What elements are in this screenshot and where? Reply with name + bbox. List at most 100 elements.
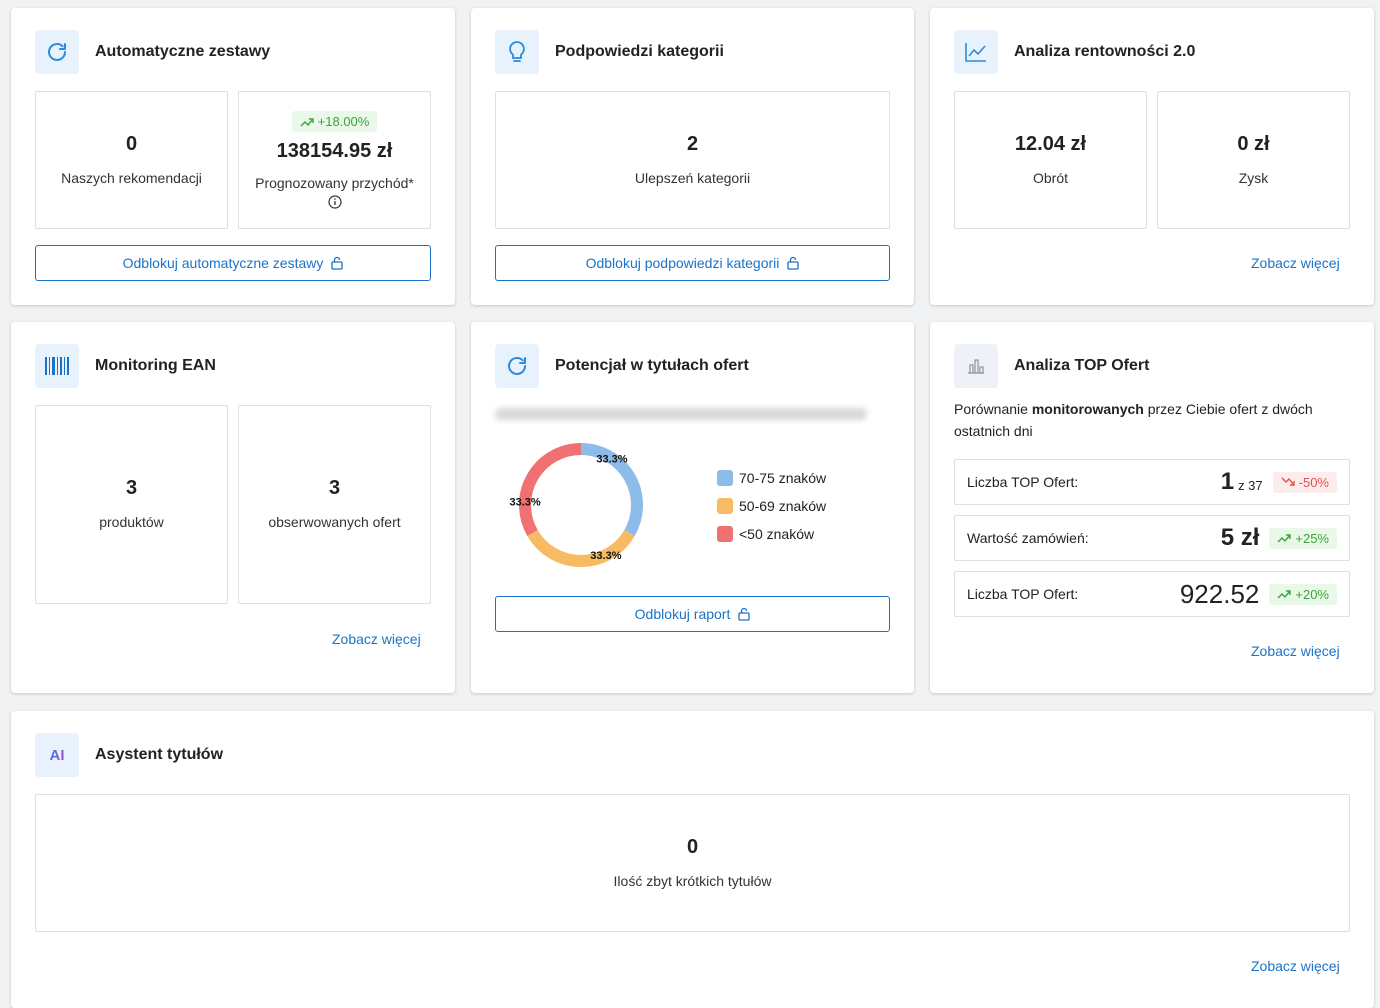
unlock-auto-sets-button[interactable]: Odblokuj automatyczne zestawy xyxy=(35,245,431,281)
legend-swatch xyxy=(717,526,733,542)
lightbulb-icon xyxy=(495,30,539,74)
card-header: Automatyczne zestawy xyxy=(35,30,270,74)
card-title: Analiza TOP Ofert xyxy=(1014,357,1150,374)
card-header: AI Asystent tytułów xyxy=(35,733,223,777)
ai-icon: AI xyxy=(35,733,79,777)
card-title: Potencjał w tytułach ofert xyxy=(555,357,749,374)
legend-item[interactable]: 50-69 znaków xyxy=(717,498,826,514)
stat-label: Obrót xyxy=(1032,169,1068,186)
row-sub: z 37 xyxy=(1238,477,1263,493)
card-title-assistant: AI Asystent tytułów 0 Ilość zbyt krótkic… xyxy=(11,711,1374,1008)
trend-badge: -50% xyxy=(1272,471,1337,493)
stat-value: 3 xyxy=(125,477,138,499)
see-more-link[interactable]: Zobacz więcej xyxy=(332,631,421,647)
category-improvements-stat: 2 Ulepszeń kategorii xyxy=(495,91,890,229)
legend-swatch xyxy=(717,470,733,486)
description: Porównanie monitorowanych przez Ciebie o… xyxy=(954,398,1344,442)
row-label: Wartość zamówień: xyxy=(967,530,1089,546)
trend-badge: +20% xyxy=(1269,583,1337,605)
see-more-link[interactable]: Zobacz więcej xyxy=(1251,643,1340,659)
observed-offers-stat: 3 obserwowanych ofert xyxy=(238,405,431,604)
button-label: Odblokuj raport xyxy=(634,606,731,622)
card-title: Monitoring EAN xyxy=(95,357,216,374)
card-header: Analiza TOP Ofert xyxy=(954,344,1149,388)
stat-label: obserwowanych ofert xyxy=(268,514,401,530)
stat-value: 3 xyxy=(328,477,341,499)
see-more-link[interactable]: Zobacz więcej xyxy=(1251,958,1340,974)
badge-text: +18.00% xyxy=(317,114,370,129)
donut-slice xyxy=(519,443,582,536)
card-category-hints: Podpowiedzi kategorii 2 Ulepszeń kategor… xyxy=(471,8,914,305)
button-label: Odblokuj automatyczne zestawy xyxy=(122,255,324,271)
card-title: Analiza rentowności 2.0 xyxy=(1014,43,1196,60)
card-title: Podpowiedzi kategorii xyxy=(555,43,724,60)
bar-chart-icon xyxy=(954,344,998,388)
badge-text: +25% xyxy=(1295,530,1329,546)
growth-badge: +18.00% xyxy=(291,111,378,132)
see-more-link[interactable]: Zobacz więcej xyxy=(1251,255,1340,271)
donut-label: 33.3% xyxy=(590,550,621,562)
legend-swatch xyxy=(717,498,733,514)
stat-value: 0 xyxy=(686,835,699,858)
recommendations-stat: 0 Naszych rekomendacji xyxy=(35,91,228,229)
products-stat: 3 produktów xyxy=(35,405,228,604)
refresh-icon xyxy=(35,30,79,74)
badge-text: -50% xyxy=(1298,474,1329,490)
card-header: Potencjał w tytułach ofert xyxy=(495,344,749,388)
legend-label: 70-75 znaków xyxy=(739,470,827,486)
barcode-icon xyxy=(35,344,79,388)
card-header: Analiza rentowności 2.0 xyxy=(954,30,1195,74)
short-titles-stat: 0 Ilość zbyt krótkich tytułów xyxy=(35,794,1350,932)
unlock-report-button[interactable]: Odblokuj raport xyxy=(495,596,890,632)
card-profitability: Analiza rentowności 2.0 12.04 zł Obrót 0… xyxy=(930,8,1374,305)
order-value-row: Wartość zamówień: 5 zł +25% xyxy=(954,515,1350,561)
legend-label: 50-69 znaków xyxy=(739,498,827,514)
button-label: Odblokuj podpowiedzi kategorii xyxy=(585,255,780,271)
turnover-stat: 12.04 zł Obrót xyxy=(954,91,1147,229)
desc-text: Porównanie xyxy=(954,401,1032,417)
card-header: Monitoring EAN xyxy=(35,344,216,388)
stat-value: 0 xyxy=(125,132,138,155)
card-ean-monitoring: Monitoring EAN 3 produktów 3 obserwowany… xyxy=(11,322,455,693)
top-offers-value-row: Liczba TOP Ofert: 922.52 +20% xyxy=(954,571,1350,617)
row-label: Liczba TOP Ofert: xyxy=(967,474,1079,490)
row-label: Liczba TOP Ofert: xyxy=(967,586,1079,602)
card-header: Podpowiedzi kategorii xyxy=(495,30,724,74)
row-value: 5 zł xyxy=(1220,524,1260,551)
card-auto-sets: Automatyczne zestawy 0 Naszych rekomenda… xyxy=(11,8,455,305)
donut-chart: 33.3% 33.3% 33.3% xyxy=(510,443,643,567)
stat-label: produktów xyxy=(99,514,164,530)
unlock-category-hints-button[interactable]: Odblokuj podpowiedzi kategorii xyxy=(495,245,890,281)
lock-icon xyxy=(738,607,751,621)
legend-item[interactable]: 70-75 znaków xyxy=(717,470,826,486)
legend-item[interactable]: <50 znaków xyxy=(717,526,826,542)
trend-badge: +25% xyxy=(1269,527,1337,549)
profit-stat: 0 zł Zysk xyxy=(1157,91,1350,229)
card-top-offers: Analiza TOP Ofert Porównanie monitorowan… xyxy=(930,322,1374,693)
blurred-subtitle xyxy=(495,408,867,420)
card-title-potential: Potencjał w tytułach ofert 33.3% 33.3% 33.… xyxy=(471,322,914,693)
badge-text: +20% xyxy=(1295,586,1329,602)
legend-label: <50 znaków xyxy=(739,526,815,542)
stat-value: 138154.95 zł xyxy=(276,140,393,162)
forecast-revenue-stat: +18.00% 138154.95 zł Prognozowany przych… xyxy=(238,91,431,229)
info-icon[interactable] xyxy=(327,195,342,209)
card-title: Asystent tytułów xyxy=(95,746,224,763)
donut-label: 33.3% xyxy=(596,453,627,465)
stat-label: Prognozowany przychód* xyxy=(255,175,414,191)
stat-label: Ilość zbyt krótkich tytułów xyxy=(613,872,772,889)
stat-value: 12.04 zł xyxy=(1014,132,1087,155)
trend-down-icon xyxy=(1281,477,1295,486)
trend-up-icon xyxy=(300,117,314,126)
donut-label: 33.3% xyxy=(510,496,541,508)
desc-bold: monitorowanych xyxy=(1031,401,1144,417)
lock-icon xyxy=(331,256,344,270)
card-title: Automatyczne zestawy xyxy=(95,43,271,60)
row-value: 1 xyxy=(1220,468,1235,495)
chart-legend: 70-75 znaków 50-69 znaków <50 znaków xyxy=(717,470,826,554)
line-chart-icon xyxy=(954,30,998,74)
trend-up-icon xyxy=(1277,590,1292,599)
stat-value: 0 zł xyxy=(1237,132,1270,155)
trend-up-icon xyxy=(1277,534,1292,543)
refresh-icon xyxy=(495,344,539,388)
